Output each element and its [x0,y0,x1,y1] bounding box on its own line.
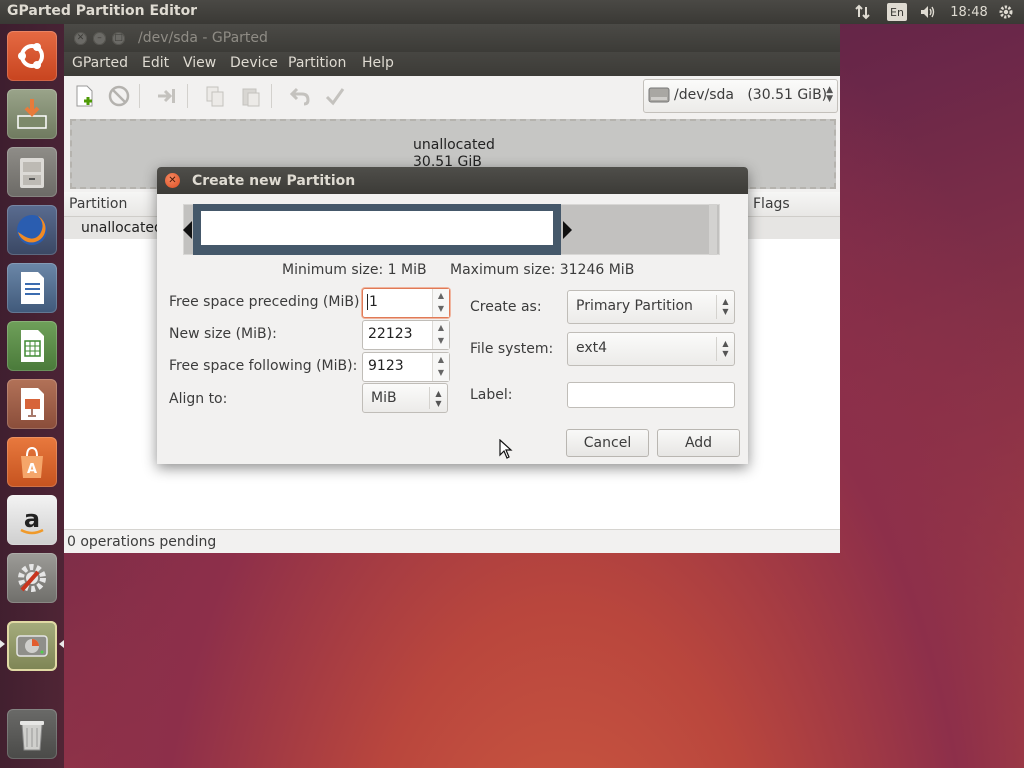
resize-move-icon[interactable] [153,82,181,110]
close-icon[interactable]: ✕ [74,32,87,45]
spinner-arrows-icon[interactable]: ▲ ▼ [432,321,449,349]
column-flags[interactable]: Flags [753,196,790,212]
svg-text:A: A [27,462,37,477]
menu-gparted[interactable]: GParted [72,55,128,71]
trash-icon[interactable] [7,709,57,759]
shopping-bag-icon[interactable]: A [7,437,57,487]
add-button[interactable]: Add [657,429,740,457]
mouse-cursor-icon [499,439,513,459]
dialog-title: Create new Partition [192,173,356,189]
resize-right-handle-icon[interactable] [563,221,572,239]
free-space-following-value: 9123 [368,358,404,374]
partition-resizer[interactable] [183,204,720,255]
spinner-arrows-icon[interactable]: ▲ ▼ [432,289,449,317]
active-app-title: GParted Partition Editor [7,3,198,19]
free-space-preceding-value: 1 [367,294,378,310]
spinner-arrows-icon[interactable]: ▲ ▼ [432,353,449,381]
create-partition-dialog: ✕ Create new Partition Minimum size: 1 M… [157,167,748,464]
status-bar: 0 operations pending [64,529,840,553]
align-to-label: Align to: [169,391,228,407]
presentation-icon[interactable] [7,379,57,429]
chevron-updown-icon: ▲ ▼ [826,85,833,104]
menu-device[interactable]: Device [230,55,278,71]
device-selector[interactable]: /dev/sda (30.51 GiB) ▲ ▼ [643,79,838,113]
spreadsheet-icon[interactable] [7,321,57,371]
new-size-value: 22123 [368,326,413,342]
apply-icon[interactable] [321,82,349,110]
partition-label-label: Label: [470,387,513,403]
paste-icon[interactable] [237,82,265,110]
free-space-following-label: Free space following (MiB): [169,358,358,374]
clock[interactable]: 18:48 [948,2,990,22]
create-as-combo[interactable]: Primary Partition ▲ ▼ [567,290,735,324]
top-panel: GParted Partition Editor En 18:48 [0,0,1024,24]
writer-document-icon[interactable] [7,263,57,313]
row-partition-name: unallocated [81,220,163,236]
resizer-partition-block[interactable] [193,204,561,255]
keyboard-layout-indicator[interactable]: En [887,3,907,21]
toolbar-separator [139,84,140,108]
create-as-label: Create as: [470,299,542,315]
amazon-icon[interactable]: a [7,495,57,545]
undo-icon[interactable] [285,82,313,110]
menu-edit[interactable]: Edit [142,55,169,71]
minimize-icon[interactable]: – [93,32,106,45]
new-partition-icon[interactable] [71,82,99,110]
settings-icon[interactable] [7,553,57,603]
file-system-label: File system: [470,341,554,357]
menu-partition[interactable]: Partition [288,55,346,71]
align-to-combo[interactable]: MiB ▲ ▼ [362,383,448,413]
file-system-value: ext4 [576,340,608,356]
chevron-updown-icon: ▲ ▼ [716,337,734,361]
volume-icon[interactable] [916,2,940,22]
svg-text:a: a [24,505,40,533]
close-icon[interactable]: ✕ [165,173,180,188]
disk-icon[interactable] [7,621,57,671]
delete-partition-icon[interactable] [105,82,133,110]
file-system-combo[interactable]: ext4 ▲ ▼ [567,332,735,366]
device-name: /dev/sda (30.51 GiB) [674,87,828,103]
ubuntu-logo-icon[interactable] [7,31,57,81]
maximize-icon[interactable]: □ [112,32,125,45]
gear-icon[interactable] [995,2,1017,22]
new-size-label: New size (MiB): [169,326,277,342]
menubar: GParted Edit View Device Partition Help [64,52,840,76]
new-size-spinner[interactable]: 22123 ▲ ▼ [362,320,450,350]
maximum-size-label: Maximum size: 31246 MiB [450,262,635,278]
copy-icon[interactable] [201,82,229,110]
focused-app-indicator [59,640,64,648]
column-partition[interactable]: Partition [69,196,127,212]
window-titlebar[interactable]: ✕ – □ /dev/sda - GParted [64,24,840,52]
network-icon[interactable] [852,2,874,22]
disk-graph-partition-name: unallocated [413,137,495,153]
launcher: A a [0,24,64,768]
chevron-updown-icon: ▲ ▼ [429,387,447,409]
firefox-icon[interactable] [7,205,57,255]
active-app-indicator [0,640,5,648]
cancel-button[interactable]: Cancel [566,429,649,457]
chevron-updown-icon: ▲ ▼ [716,295,734,319]
toolbar-separator [187,84,188,108]
hard-disk-icon [648,85,670,109]
create-as-value: Primary Partition [576,298,693,314]
free-space-preceding-spinner[interactable]: 1 ▲ ▼ [362,288,450,318]
file-cabinet-icon[interactable] [7,147,57,197]
resizer-partition-fill [201,211,553,245]
toolbar: /dev/sda (30.51 GiB) ▲ ▼ [64,76,840,116]
window-title: /dev/sda - GParted [138,30,268,46]
minimum-size-label: Minimum size: 1 MiB [282,262,427,278]
dialog-titlebar[interactable]: ✕ Create new Partition [157,167,748,194]
resizer-free-space [709,204,717,255]
resize-left-handle-icon[interactable] [183,221,192,239]
status-text: 0 operations pending [67,534,217,550]
align-to-value: MiB [371,390,397,406]
free-space-following-spinner[interactable]: 9123 ▲ ▼ [362,352,450,382]
partition-label-input[interactable] [567,382,735,408]
menu-view[interactable]: View [183,55,216,71]
toolbar-separator [271,84,272,108]
free-space-preceding-label: Free space preceding (MiB): [169,294,365,310]
install-icon[interactable] [7,89,57,139]
menu-help[interactable]: Help [362,55,394,71]
